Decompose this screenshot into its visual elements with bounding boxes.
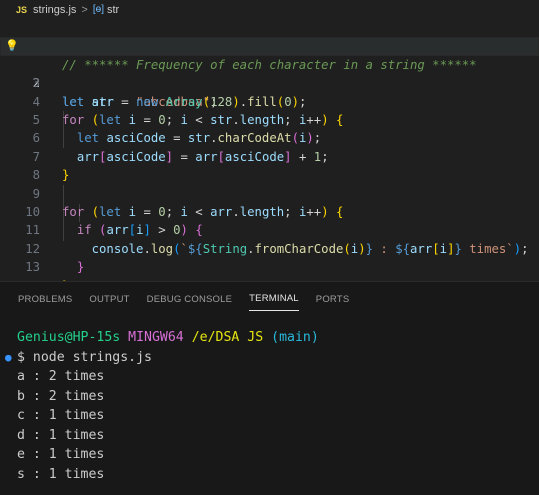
- terminal-user: Genius@HP-15s: [17, 330, 121, 345]
- javascript-file-icon: JS: [16, 4, 28, 15]
- terminal-branch: (main): [271, 330, 319, 345]
- code-line[interactable]: 6 arr[asciCode] = arr[asciCode] + 1;: [0, 111, 539, 163]
- code-line[interactable]: 7 }: [0, 129, 539, 182]
- panel-tabs: PROBLEMS OUTPUT DEBUG CONSOLE TERMINAL P…: [0, 282, 349, 316]
- code-line[interactable]: 4 for (let i = 0; i < str.length; i++) {: [0, 74, 539, 127]
- terminal-output-line: e : 1 times: [17, 447, 105, 462]
- code-line[interactable]: 11 console.log(`${String.fromCharCode(i)…: [0, 203, 539, 255]
- breadcrumb-symbol[interactable]: str: [107, 4, 119, 16]
- terminal-output-line: b : 2 times: [17, 388, 105, 404]
- tab-debug-console[interactable]: DEBUG CONSOLE: [147, 288, 232, 311]
- terminal-command-line: ● $ node strings.js: [0, 348, 539, 368]
- terminal-env: MINGW64: [128, 330, 184, 345]
- code-line[interactable]: 10 if (arr[i] > 0) {: [0, 185, 539, 237]
- terminal-command: node strings.js: [32, 349, 152, 365]
- tab-problems[interactable]: PROBLEMS: [18, 288, 72, 311]
- terminal-output-line: c : 1 times: [17, 408, 105, 423]
- tab-terminal[interactable]: TERMINAL: [249, 287, 299, 311]
- code-line[interactable]: 13 }: [0, 240, 539, 292]
- code-line[interactable]: 14: [0, 258, 539, 293]
- command-decoration-icon[interactable]: ●: [5, 348, 12, 368]
- code-editor[interactable]: 1 // ****** Frequency of each character …: [0, 19, 539, 293]
- variable-icon: [ɵ]: [92, 4, 104, 15]
- terminal-path: /e/DSA JS: [191, 330, 264, 345]
- breadcrumb-file[interactable]: strings.js: [33, 4, 76, 16]
- breadcrumb: JS strings.js > [ɵ] str: [0, 0, 539, 19]
- code-line[interactable]: 12 }: [0, 221, 539, 274]
- code-line[interactable]: 9 for (let i = 0; i < arr.length; i++) {: [0, 166, 539, 219]
- terminal-prompt-line: Genius@HP-15s MINGW64 /e/DSA JS (main): [0, 328, 539, 348]
- code-line[interactable]: 3 let arr = new Array(128).fill(0);: [0, 56, 539, 108]
- lightbulb-icon[interactable]: 💡: [5, 37, 19, 55]
- tab-ports[interactable]: PORTS: [316, 288, 350, 311]
- bottom-panel: PROBLEMS OUTPUT DEBUG CONSOLE TERMINAL P…: [0, 281, 539, 495]
- code-line[interactable]: 1 // ****** Frequency of each character …: [0, 19, 539, 71]
- terminal-output-line: a : 2 times: [17, 369, 105, 384]
- terminal-output-line: s : 1 times: [17, 466, 105, 482]
- code-line[interactable]: 5 let asciCode = str.charCodeAt(i);: [0, 93, 539, 145]
- tab-output[interactable]: OUTPUT: [89, 288, 129, 311]
- terminal[interactable]: Genius@HP-15s MINGW64 /e/DSA JS (main) ●…: [0, 328, 539, 484]
- code-line-current[interactable]: 💡 2 let str = "abcedbsa";: [0, 37, 539, 109]
- code-line[interactable]: 8: [0, 148, 539, 182]
- chevron-right-icon: >: [81, 3, 88, 16]
- terminal-output-line: d : 1 times: [17, 427, 105, 443]
- terminal-prompt-symbol: $: [17, 349, 25, 365]
